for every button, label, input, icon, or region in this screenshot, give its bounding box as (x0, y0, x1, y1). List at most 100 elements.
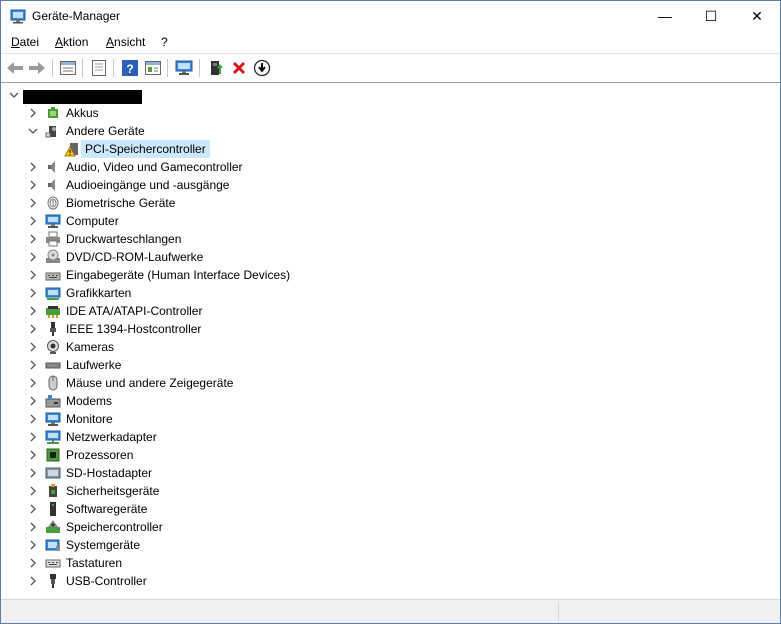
chevron-right-icon[interactable] (27, 359, 39, 371)
tree-category-row[interactable]: Andere Geräte (1, 122, 761, 140)
chevron-right-icon[interactable] (27, 503, 39, 515)
chevron-right-icon[interactable] (27, 215, 39, 227)
menu-bar: Datei Aktion Ansicht ? (1, 32, 780, 52)
chevron-right-icon[interactable] (27, 287, 39, 299)
tree-category-row[interactable]: Softwaregeräte (1, 500, 761, 518)
tree-item-label: Prozessoren (66, 448, 134, 462)
tree-category-row[interactable]: SD-Hostadapter (1, 464, 761, 482)
help-icon[interactable]: ? (121, 59, 139, 77)
menu-aktion[interactable]: Aktion (55, 35, 88, 49)
tree-category-row[interactable]: USB-Controller (1, 572, 761, 590)
chevron-right-icon[interactable] (27, 251, 39, 263)
tree-device-row[interactable]: PCI-Speichercontroller (1, 140, 761, 158)
forward-icon[interactable] (28, 59, 46, 77)
chevron-right-icon[interactable] (27, 485, 39, 497)
computer-icon (45, 214, 61, 228)
tree-category-row[interactable]: Laufwerke (1, 356, 761, 374)
menu-ansicht[interactable]: Ansicht (106, 35, 145, 49)
back-icon[interactable] (6, 59, 24, 77)
tree-item-label: DVD/CD-ROM-Laufwerke (66, 250, 204, 264)
tree-category-row[interactable]: Eingabegeräte (Human Interface Devices) (1, 266, 761, 284)
tree-category-row[interactable]: Druckwarteschlangen (1, 230, 761, 248)
chevron-right-icon[interactable] (27, 539, 39, 551)
printer-icon (46, 231, 60, 247)
minimize-button[interactable]: — (642, 1, 688, 32)
network-adapter-icon (45, 430, 61, 444)
chevron-right-icon[interactable] (27, 449, 39, 461)
tree-item-label: Kameras (66, 340, 115, 354)
tree-item-label: Druckwarteschlangen (66, 232, 182, 246)
tree-category-row[interactable]: Sicherheitsgeräte (1, 482, 761, 500)
tree-category-row[interactable]: Biometrische Geräte (1, 194, 761, 212)
tree-category-row[interactable]: Mäuse und andere Zeigegeräte (1, 374, 761, 392)
chevron-right-icon[interactable] (27, 233, 39, 245)
uninstall-icon[interactable] (230, 59, 248, 77)
properties-icon[interactable] (90, 59, 108, 77)
chevron-right-icon[interactable] (27, 305, 39, 317)
tree-category-row[interactable]: Computer (1, 212, 761, 230)
tree-category-row[interactable]: Monitore (1, 410, 761, 428)
chevron-right-icon[interactable] (27, 467, 39, 479)
chevron-right-icon[interactable] (27, 431, 39, 443)
chevron-down-icon[interactable] (8, 89, 20, 101)
chevron-right-icon[interactable] (27, 413, 39, 425)
chevron-right-icon[interactable] (27, 557, 39, 569)
maximize-button[interactable]: ☐ (688, 1, 734, 32)
tree-category-row[interactable]: Prozessoren (1, 446, 761, 464)
system-device-icon (45, 539, 60, 551)
chevron-right-icon[interactable] (27, 107, 39, 119)
tree-root-row[interactable] (1, 86, 761, 104)
tree-category-row[interactable]: Systemgeräte (1, 536, 761, 554)
menu-datei[interactable]: Datei (11, 35, 39, 49)
firewire-icon (50, 322, 56, 336)
chevron-right-icon[interactable] (27, 161, 39, 173)
speaker-icon (48, 161, 55, 173)
monitor-icon[interactable] (175, 59, 193, 77)
tree-category-row[interactable]: IEEE 1394-Hostcontroller (1, 320, 761, 338)
tree-item-label: SD-Hostadapter (66, 466, 153, 480)
update-driver-icon[interactable] (207, 59, 225, 77)
tree-item-label: PCI-Speichercontroller (85, 142, 206, 156)
tree-category-row[interactable]: Audioeingänge und -ausgänge (1, 176, 761, 194)
tree-category-row[interactable]: Modems (1, 392, 761, 410)
tree-item-label: IDE ATA/ATAPI-Controller (66, 304, 203, 318)
device-tree: Akkus Andere Geräte PCI-Speichercontroller… (1, 84, 780, 598)
title-bar[interactable]: Geräte-Manager — ☐ ✕ (1, 1, 780, 32)
tree-category-row[interactable]: Audio, Video und Gamecontroller (1, 158, 761, 176)
close-button[interactable]: ✕ (734, 1, 780, 32)
chevron-right-icon[interactable] (27, 323, 39, 335)
chevron-right-icon[interactable] (27, 395, 39, 407)
chevron-right-icon[interactable] (27, 269, 39, 281)
toolbar-separator (199, 59, 200, 77)
keyboard-hid-icon (45, 272, 61, 281)
tree-category-row[interactable]: Tastaturen (1, 554, 761, 572)
tree-category-row[interactable]: Kameras (1, 338, 761, 356)
properties-list-icon[interactable] (59, 59, 77, 77)
status-bar (1, 599, 780, 623)
tree-category-row[interactable]: Speichercontroller (1, 518, 761, 536)
warning-device-icon (64, 143, 78, 157)
chevron-right-icon[interactable] (27, 521, 39, 533)
tree-item-label: USB-Controller (66, 574, 147, 588)
tree-category-row[interactable]: Netzwerkadapter (1, 428, 761, 446)
chevron-right-icon[interactable] (27, 377, 39, 389)
scan-view-icon[interactable] (144, 59, 162, 77)
tree-item-label: Mäuse und andere Zeigegeräte (66, 376, 234, 390)
tree-category-row[interactable]: Akkus (1, 104, 761, 122)
chevron-right-icon[interactable] (27, 179, 39, 191)
tree-item-label: Andere Geräte (66, 124, 145, 138)
chevron-right-icon[interactable] (27, 341, 39, 353)
display-adapter-icon (45, 287, 61, 300)
menu-help[interactable]: ? (161, 35, 168, 49)
disable-device-icon[interactable] (253, 59, 271, 77)
chevron-down-icon[interactable] (27, 125, 39, 137)
tree-item-label: Sicherheitsgeräte (66, 484, 160, 498)
tree-item-label: Audioeingänge und -ausgänge (66, 178, 230, 192)
sd-host-icon (45, 467, 61, 479)
chevron-right-icon[interactable] (27, 575, 39, 587)
tree-category-row[interactable]: IDE ATA/ATAPI-Controller (1, 302, 761, 320)
toolbar-separator (113, 59, 114, 77)
tree-category-row[interactable]: DVD/CD-ROM-Laufwerke (1, 248, 761, 266)
tree-category-row[interactable]: Grafikkarten (1, 284, 761, 302)
chevron-right-icon[interactable] (27, 197, 39, 209)
